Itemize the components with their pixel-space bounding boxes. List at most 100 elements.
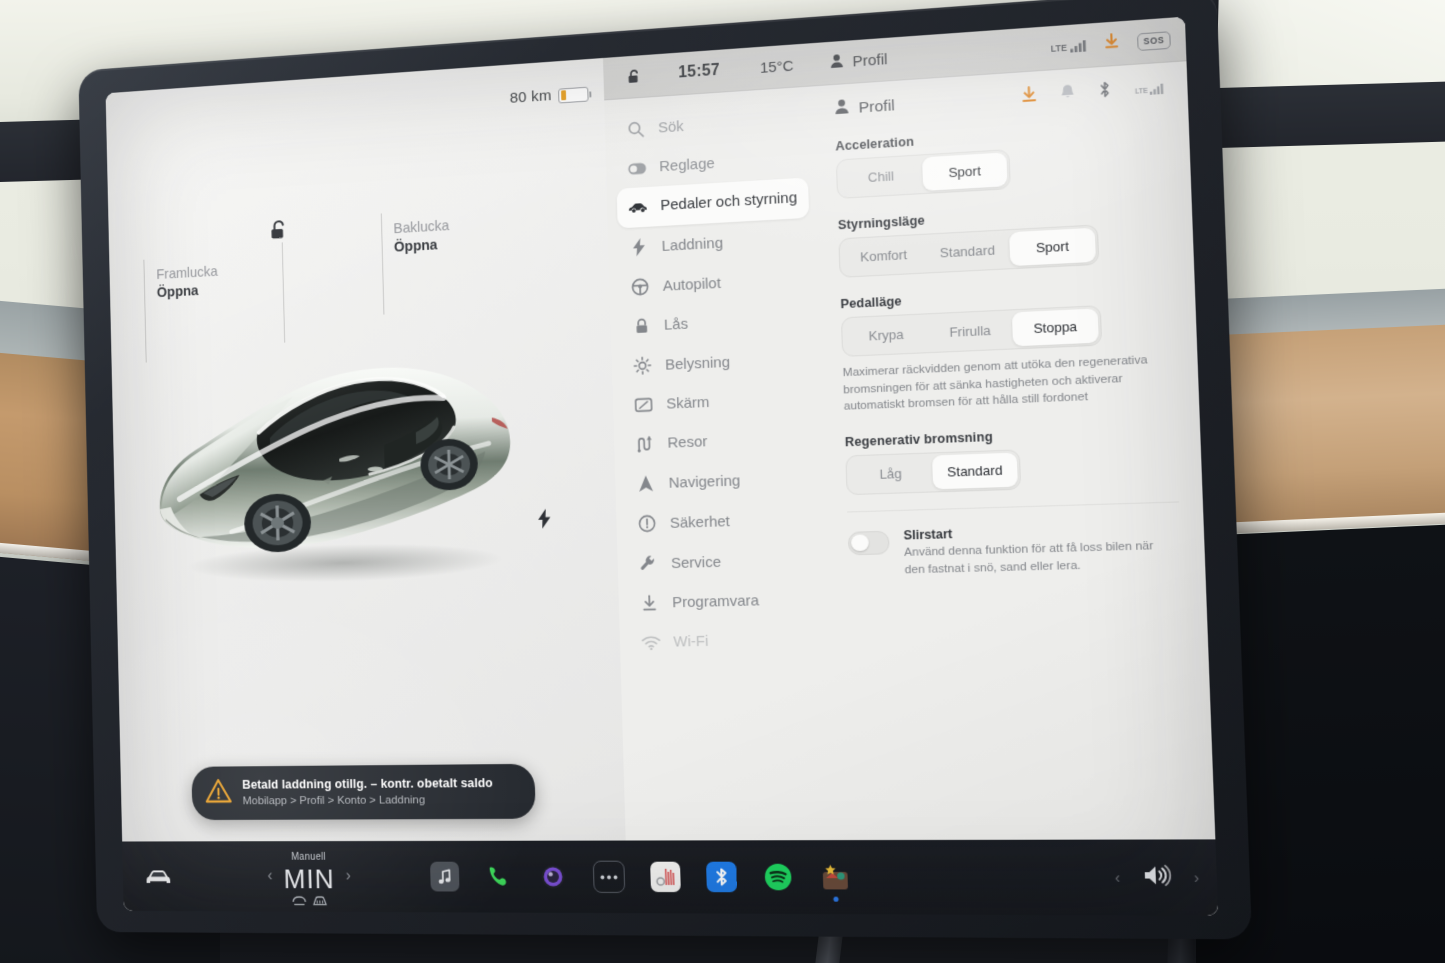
option-krypa[interactable]: Krypa	[844, 316, 928, 353]
radio-tuner-icon[interactable]	[650, 862, 681, 892]
option-frirulla[interactable]: Frirulla	[927, 312, 1013, 350]
defrost-icons[interactable]	[284, 895, 335, 905]
front-trunk-action[interactable]: Öppna	[157, 282, 219, 303]
sidebar-item-resor[interactable]: Resor	[623, 418, 816, 464]
settings-content: Profil LTE Acceleration Chill Sport Styr…	[815, 61, 1215, 840]
steering-mode-segmented-control[interactable]: Komfort Standard Sport	[838, 224, 1099, 277]
bottom-dock[interactable]: ‹ Manuell MIN › ‹ ›	[122, 839, 1218, 915]
group-acceleration: Acceleration Chill Sport	[835, 119, 1167, 199]
toybox-icon[interactable]	[819, 862, 851, 893]
unlocked-padlock-icon[interactable]	[268, 219, 289, 248]
slirstart-description: Använd denna funktion för att få loss bi…	[904, 537, 1170, 578]
speaker-volume-icon[interactable]	[1141, 862, 1172, 893]
status-lock-icon[interactable]	[617, 67, 651, 86]
content-header: Profil LTE	[834, 77, 1164, 120]
lead-line-rear	[381, 213, 385, 314]
option-stoppa[interactable]: Stoppa	[1012, 308, 1099, 346]
chevron-left-icon[interactable]: ‹	[1114, 869, 1120, 887]
sidebar-label: Pedaler och styrning	[660, 189, 797, 215]
pedal-mode-segmented-control[interactable]: Krypa Frirulla Stoppa	[841, 305, 1102, 357]
group-label: Acceleration	[835, 119, 1165, 154]
spotify-icon[interactable]	[762, 862, 793, 893]
slirstart-toggle[interactable]	[848, 531, 890, 556]
phone-icon[interactable]	[484, 862, 514, 892]
sos-button[interactable]: SOS	[1137, 31, 1171, 51]
alert-circle-icon	[637, 515, 657, 534]
sidebar-label: Belysning	[665, 354, 730, 374]
rear-trunk-title: Baklucka	[393, 217, 449, 239]
dock-apps[interactable]	[430, 861, 851, 894]
sidebar-item-navigering[interactable]: Navigering	[625, 458, 818, 505]
content-title: Profil	[858, 97, 895, 118]
sidebar-item-service[interactable]: Service	[627, 539, 821, 584]
notification-toast[interactable]: Betald laddning otillg. – kontr. obetalt…	[191, 764, 536, 821]
acceleration-segmented-control[interactable]: Chill Sport	[836, 149, 1011, 199]
status-time: 15:57	[678, 62, 720, 83]
settings-panes: Sök Reglage Pedaler och styrning Laddnin…	[604, 61, 1215, 840]
road-trip-icon	[635, 435, 655, 453]
chevron-right-icon[interactable]: ›	[345, 868, 350, 886]
lte-signal-icon: LTE	[1050, 39, 1086, 54]
defrost-front-icon	[313, 896, 327, 906]
divider	[847, 502, 1179, 513]
status-temperature[interactable]: 15°C	[760, 57, 794, 76]
group-pedallage: Pedalläge Krypa Frirulla Stoppa Maximera…	[840, 281, 1175, 416]
toast-path: Mobilapp > Profil > Konto > Laddning	[242, 792, 493, 809]
screen-glass[interactable]: 80 km Framlucka Öppna Baklucka Öppna Bet…	[106, 17, 1219, 916]
sidebar-item-programvara[interactable]: Programvara	[628, 580, 822, 624]
slirstart-row[interactable]: Slirstart Använd denna funktion för att …	[848, 520, 1182, 580]
settings-pane: 15:57 15°C Profil LTE SOS Sök Reglage Pe…	[603, 17, 1215, 841]
sidebar-item-sakerhet[interactable]: Säkerhet	[626, 498, 820, 544]
chevron-right-icon[interactable]: ›	[1194, 869, 1200, 887]
climate-readout[interactable]: Manuell MIN	[283, 847, 335, 905]
tesla-model-3-white-render[interactable]	[140, 329, 539, 596]
center-touchscreen[interactable]: 80 km Framlucka Öppna Baklucka Öppna Bet…	[78, 0, 1252, 939]
software-download-icon[interactable]	[1021, 86, 1038, 109]
bell-icon[interactable]	[1060, 83, 1076, 106]
lock-icon	[631, 318, 651, 336]
option-chill[interactable]: Chill	[839, 157, 923, 195]
option-komfort[interactable]: Komfort	[842, 237, 926, 275]
content-header-icons: LTE	[1021, 77, 1164, 108]
bluetooth-icon[interactable]	[1098, 81, 1112, 103]
chevron-left-icon[interactable]: ‹	[267, 868, 272, 886]
tesla-ui: 80 km Framlucka Öppna Baklucka Öppna Bet…	[106, 17, 1219, 916]
search-label: Sök	[658, 118, 684, 137]
pedal-mode-description: Maximerar räckvidden genom att utöka den…	[842, 352, 1159, 416]
car-front-icon[interactable]	[137, 868, 179, 884]
bluetooth-audio-icon[interactable]	[706, 862, 737, 893]
camera-icon[interactable]	[538, 862, 568, 892]
sidebar-item-wi-fi[interactable]: Wi-Fi	[629, 620, 823, 663]
person-icon	[834, 98, 850, 120]
climate-control[interactable]: ‹ Manuell MIN ›	[267, 847, 352, 905]
group-regenerativ-bromsning: Regenerativ bromsning Låg Standard	[845, 423, 1179, 495]
rear-trunk-action[interactable]: Öppna	[394, 236, 450, 258]
range-indicator: 80 km	[510, 85, 589, 108]
option-standard[interactable]: Standard	[925, 232, 1011, 270]
front-trunk-label[interactable]: Framlucka Öppna	[156, 263, 218, 303]
software-download-icon[interactable]	[1104, 33, 1120, 55]
status-profile[interactable]: Profil	[830, 49, 888, 72]
app-active-dot	[833, 897, 838, 902]
status-bar-right: LTE SOS	[1050, 29, 1171, 58]
option-sport[interactable]: Sport	[922, 152, 1007, 191]
sidebar-label: Lås	[664, 316, 688, 334]
sidebar-label: Säkerhet	[670, 513, 730, 532]
more-apps-icon[interactable]	[593, 861, 625, 893]
sidebar-label: Autopilot	[663, 275, 722, 295]
sidebar-label: Resor	[667, 433, 707, 452]
charge-bolt-icon[interactable]	[537, 509, 552, 535]
option-standard[interactable]: Standard	[932, 453, 1018, 490]
option-lag[interactable]: Låg	[849, 456, 934, 493]
sidebar-label: Wi-Fi	[673, 633, 708, 651]
steering-wheel-icon	[630, 278, 650, 297]
option-sport[interactable]: Sport	[1009, 228, 1096, 266]
regen-braking-segmented-control[interactable]: Låg Standard	[845, 449, 1021, 495]
rear-trunk-label[interactable]: Baklucka Öppna	[393, 217, 450, 257]
media-player-icon[interactable]	[430, 862, 460, 892]
display-icon	[634, 397, 654, 413]
settings-menu[interactable]: Sök Reglage Pedaler och styrning Laddnin…	[604, 86, 839, 840]
volume-control[interactable]: ‹ ›	[1114, 862, 1200, 893]
lte-signal-icon: LTE	[1135, 83, 1164, 96]
vehicle-visualization-pane[interactable]: 80 km Framlucka Öppna Baklucka Öppna Bet…	[106, 58, 626, 842]
